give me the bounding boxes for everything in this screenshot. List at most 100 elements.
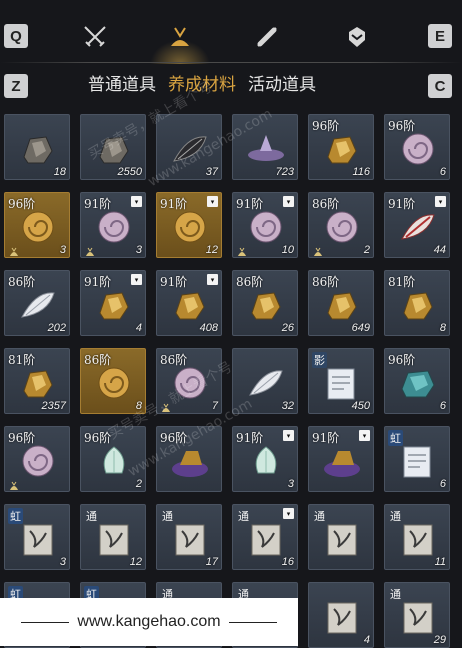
banner-line-left (21, 621, 70, 623)
ore-gold-icon (170, 287, 210, 323)
inventory-slot[interactable]: 91阶 ▾ 44 (384, 192, 450, 258)
inventory-slot[interactable]: 虹6 (384, 426, 450, 492)
inventory-slot[interactable]: 通 29 (384, 582, 450, 648)
item-count: 44 (433, 244, 446, 256)
shell-pink-icon (18, 443, 58, 479)
item-tier: 81阶 (8, 353, 36, 367)
feather-dark-icon (170, 131, 210, 167)
inventory-slot[interactable]: 通 (308, 504, 374, 570)
item-count: 10 (281, 244, 294, 256)
item-count: 8 (439, 322, 446, 334)
z-key[interactable]: Z (4, 74, 28, 98)
item-tier: 96阶 (8, 431, 36, 445)
inventory-slot[interactable]: 91阶 ▾ 3 (232, 426, 298, 492)
bound-badge-icon: ▾ (435, 196, 446, 207)
lotus-icon (94, 443, 134, 479)
book-icon (398, 521, 438, 557)
inventory-slot[interactable]: 86阶 8 (80, 348, 146, 414)
item-tier: 91阶 (160, 197, 188, 211)
item-grade-tag: 通 (314, 510, 325, 523)
item-tier: 96阶 (312, 119, 340, 133)
inventory-slot[interactable]: 96阶 3 (4, 192, 70, 258)
item-tier: 86阶 (236, 275, 264, 289)
inventory-slot[interactable]: 32 (232, 348, 298, 414)
pouch-icon (236, 242, 248, 256)
inventory-slot[interactable]: 86阶 7 (156, 348, 222, 414)
inventory-slot[interactable]: 86阶 649 (308, 270, 374, 336)
inventory-slot[interactable]: 96阶 (156, 426, 222, 492)
inventory-slot[interactable]: 91阶 ▾ (308, 426, 374, 492)
item-count: 723 (275, 166, 294, 178)
item-count: 29 (433, 634, 446, 646)
inventory-slot[interactable]: 通 12 (80, 504, 146, 570)
c-key[interactable]: C (428, 74, 452, 98)
inventory-slot[interactable]: 影 450 (308, 348, 374, 414)
inventory-slot[interactable]: 96阶 2 (80, 426, 146, 492)
shell-pink-icon (322, 209, 362, 245)
ore-gold-icon (94, 287, 134, 323)
feather-red-icon (398, 209, 438, 245)
shell-pink-icon (246, 209, 286, 245)
inventory-slot[interactable]: 86阶 202 (4, 270, 70, 336)
inventory-slot[interactable]: 18 (4, 114, 70, 180)
inventory-slot[interactable]: 723 (232, 114, 298, 180)
inventory-slot[interactable]: 通 17 (156, 504, 222, 570)
item-grade-tag: 通 (238, 510, 249, 523)
item-count: 4 (135, 322, 142, 334)
item-count: 4 (363, 634, 370, 646)
book-icon (246, 521, 286, 557)
inventory-slot[interactable]: 虹3 (4, 504, 70, 570)
gem-icon (349, 27, 365, 47)
ore-gold-icon (246, 287, 286, 323)
inventory-grid: 18 2550 37 723 96阶 116 96阶 6 96阶 3 91阶 ▾ 3 91阶 ▾ 12 91阶 ▾… (4, 114, 450, 648)
inventory-slot[interactable]: 2550 (80, 114, 146, 180)
pouch-icon (160, 398, 172, 412)
tab-gems[interactable] (342, 22, 372, 52)
inventory-slot[interactable]: 37 (156, 114, 222, 180)
inventory-slot[interactable]: 96阶 116 (308, 114, 374, 180)
item-count: 408 (199, 322, 218, 334)
pouch-icon (84, 242, 96, 256)
pouch-icon (312, 242, 324, 256)
pouch-icon (8, 476, 20, 490)
tab-scrolls[interactable] (252, 22, 282, 52)
inventory-slot[interactable]: 96阶 6 (384, 348, 450, 414)
inventory-slot[interactable]: 4 (308, 582, 374, 648)
inventory-slot[interactable]: 81阶 2357 (4, 348, 70, 414)
item-count: 116 (352, 166, 370, 178)
inventory-slot[interactable]: 86阶 2 (308, 192, 374, 258)
letter-icon (398, 443, 438, 479)
subtab-event-items[interactable]: 活动道具 (248, 70, 316, 95)
item-count: 18 (53, 166, 66, 178)
inventory-slot[interactable]: 81阶 8 (384, 270, 450, 336)
item-grade-tag: 通 (86, 510, 97, 523)
inventory-slot[interactable]: 91阶 ▾ 12 (156, 192, 222, 258)
inventory-slot[interactable]: 通 ▾ 16 (232, 504, 298, 570)
subtab-common-items[interactable]: 普通道具 (88, 70, 156, 95)
e-key[interactable]: E (428, 24, 452, 48)
item-count: 3 (135, 244, 142, 256)
ore-purple-icon (322, 443, 362, 479)
ore-gold-icon (398, 287, 438, 323)
item-count: 649 (351, 322, 370, 334)
inventory-slot[interactable]: 86阶 26 (232, 270, 298, 336)
item-tier: 96阶 (84, 431, 112, 445)
ore-dark-icon (94, 131, 134, 167)
inventory-slot[interactable]: 91阶 ▾ 4 (80, 270, 146, 336)
shell-pink-icon (398, 131, 438, 167)
tab-equipment[interactable] (80, 22, 110, 52)
subtab-growth-materials[interactable]: 养成材料 (168, 70, 236, 95)
lotus-icon (246, 443, 286, 479)
shell-pink-icon (170, 365, 210, 401)
inventory-slot[interactable]: 96阶 (4, 426, 70, 492)
inventory-slot[interactable]: 通 11 (384, 504, 450, 570)
inventory-slot[interactable]: 96阶 6 (384, 114, 450, 180)
item-count: 2 (363, 244, 370, 256)
book-icon (322, 521, 362, 557)
bound-badge-icon: ▾ (131, 196, 142, 207)
q-key[interactable]: Q (4, 24, 28, 48)
inventory-slot[interactable]: 91阶 ▾ 10 (232, 192, 298, 258)
tab-materials[interactable] (165, 22, 195, 52)
inventory-slot[interactable]: 91阶 ▾ 408 (156, 270, 222, 336)
inventory-slot[interactable]: 91阶 ▾ 3 (80, 192, 146, 258)
